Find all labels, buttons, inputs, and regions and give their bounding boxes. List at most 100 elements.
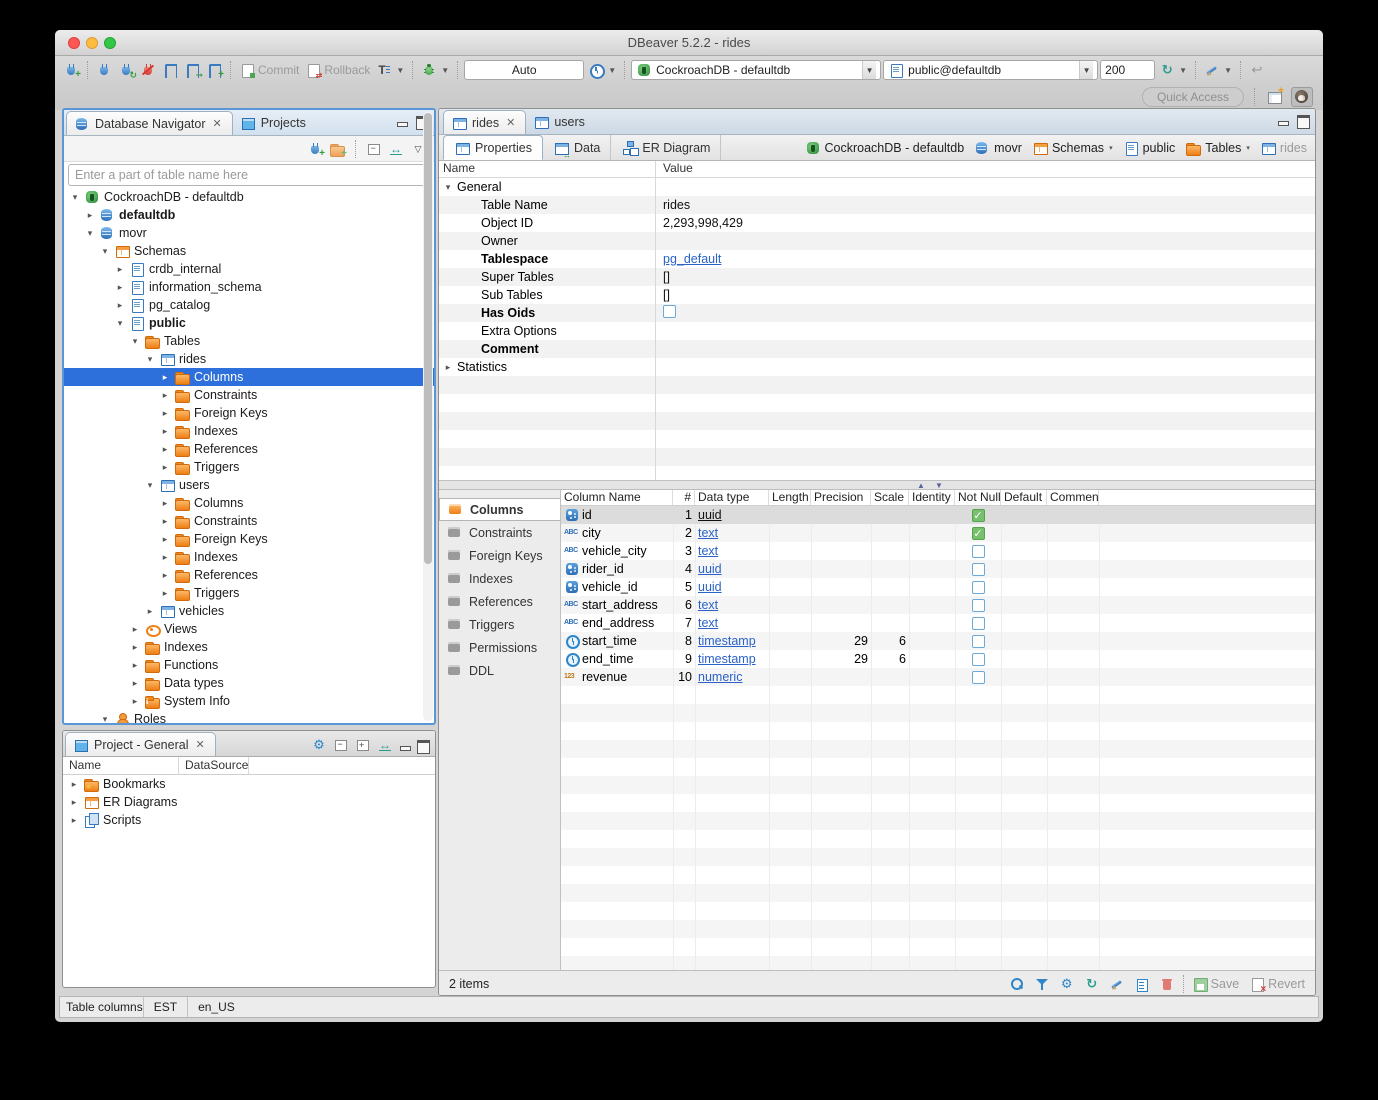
- data-type-link[interactable]: uuid: [698, 562, 722, 576]
- status-locale[interactable]: en_US: [187, 997, 245, 1017]
- tree-expander-icon[interactable]: ▸: [130, 678, 140, 689]
- maximize-view-icon[interactable]: [417, 740, 429, 750]
- grid-header-length[interactable]: Length: [769, 490, 811, 505]
- chevron-down-icon[interactable]: ▾: [1246, 144, 1250, 152]
- dbeaver-perspective-button[interactable]: [1291, 87, 1313, 107]
- tree-expander-icon[interactable]: ▸: [160, 462, 170, 473]
- breadcrumb-cockroachdb-defaultdb[interactable]: CockroachDB - defaultdb: [805, 140, 965, 156]
- tree-expander-icon[interactable]: ▸: [160, 390, 170, 401]
- property-row-tablespace[interactable]: Tablespacepg_default: [439, 250, 1315, 268]
- property-row-has-oids[interactable]: Has Oids: [439, 304, 1315, 322]
- breadcrumb-rides[interactable]: rides: [1260, 140, 1307, 156]
- breadcrumb-schemas[interactable]: Schemas▾: [1032, 140, 1113, 156]
- data-type-link[interactable]: uuid: [698, 508, 722, 522]
- schema-select[interactable]: public@defaultdb▼: [883, 60, 1098, 80]
- edit-button[interactable]: [1109, 976, 1125, 992]
- tree-expander-icon[interactable]: ▸: [443, 362, 453, 373]
- data-type-link[interactable]: text: [698, 598, 718, 612]
- column-row-id[interactable]: id1uuid: [561, 506, 1315, 524]
- sync-button[interactable]: [1084, 976, 1100, 992]
- tree-expander-icon[interactable]: ▸: [160, 444, 170, 455]
- table-filter-input[interactable]: Enter a part of table name here: [68, 164, 430, 186]
- tree-item-roles[interactable]: ▾Roles: [64, 710, 434, 725]
- property-value[interactable]: 2,293,998,429: [655, 216, 743, 230]
- reconnect-button[interactable]: ↻: [116, 61, 136, 79]
- tree-expander-icon[interactable]: ▾: [145, 480, 155, 491]
- sql-editor-button[interactable]: [160, 61, 180, 79]
- tree-expander-icon[interactable]: ▸: [160, 426, 170, 437]
- column-row-start_time[interactable]: start_time8timestamp296: [561, 632, 1315, 650]
- not-null-checkbox[interactable]: [972, 635, 985, 648]
- tree-item-defaultdb[interactable]: ▸defaultdb: [64, 206, 434, 224]
- refresh-button[interactable]: ▼: [1157, 61, 1189, 79]
- detail-tab-foreign-keys[interactable]: Foreign Keys: [439, 544, 560, 567]
- settings-icon[interactable]: [311, 737, 327, 753]
- property-value[interactable]: []: [655, 270, 670, 284]
- data-type-link[interactable]: text: [698, 544, 718, 558]
- tree-item-public[interactable]: ▾public: [64, 314, 434, 332]
- grid-header--[interactable]: #: [673, 490, 695, 505]
- breadcrumb-tables[interactable]: Tables▾: [1185, 140, 1250, 156]
- tree-expander-icon[interactable]: ▸: [85, 210, 95, 221]
- column-row-end_address[interactable]: end_address7text: [561, 614, 1315, 632]
- tree-expander-icon[interactable]: ▸: [69, 815, 79, 826]
- grid-header-identity[interactable]: Identity: [909, 490, 955, 505]
- maximize-editor-icon[interactable]: [1297, 115, 1309, 125]
- link-with-editor-icon[interactable]: [388, 141, 404, 157]
- tree-expander-icon[interactable]: ▸: [115, 264, 125, 275]
- tree-expander-icon[interactable]: ▾: [100, 714, 110, 725]
- property-value[interactable]: rides: [655, 198, 690, 212]
- data-type-link[interactable]: timestamp: [698, 652, 756, 666]
- txn-mode-select[interactable]: Auto: [464, 60, 584, 80]
- column-row-vehicle_city[interactable]: vehicle_city3text: [561, 542, 1315, 560]
- property-row-sub-tables[interactable]: Sub Tables[]: [439, 286, 1315, 304]
- not-null-checkbox[interactable]: [972, 671, 985, 684]
- data-type-link[interactable]: timestamp: [698, 634, 756, 648]
- tree-item-rides[interactable]: ▾rides: [64, 350, 434, 368]
- detail-tab-permissions[interactable]: Permissions: [439, 636, 560, 659]
- property-row-super-tables[interactable]: Super Tables[]: [439, 268, 1315, 286]
- not-null-checkbox[interactable]: [972, 617, 985, 630]
- close-tab-icon[interactable]: ✕: [506, 116, 515, 129]
- property-row-owner[interactable]: Owner: [439, 232, 1315, 250]
- data-type-link[interactable]: uuid: [698, 580, 722, 594]
- tree-expander-icon[interactable]: ▸: [69, 779, 79, 790]
- editor-tab-users[interactable]: users: [526, 110, 595, 134]
- tree-expander-icon[interactable]: ▸: [130, 642, 140, 653]
- tree-item-cockroachdb-defaultdb[interactable]: ▾CockroachDB - defaultdb: [64, 188, 434, 206]
- tree-expander-icon[interactable]: ▾: [443, 182, 453, 193]
- save-button[interactable]: Save: [1192, 976, 1240, 992]
- tree-item-information-schema[interactable]: ▸information_schema: [64, 278, 434, 296]
- tree-expander-icon[interactable]: ▸: [160, 552, 170, 563]
- search-button[interactable]: [1009, 976, 1025, 992]
- property-row-comment[interactable]: Comment: [439, 340, 1315, 358]
- connection-select[interactable]: CockroachDB - defaultdb▼: [631, 60, 881, 80]
- tree-item-columns[interactable]: ▸Columns: [64, 368, 434, 386]
- detail-tab-constraints[interactable]: Constraints: [439, 521, 560, 544]
- quick-access-input[interactable]: Quick Access: [1142, 87, 1244, 107]
- breadcrumb-public[interactable]: public: [1123, 140, 1176, 156]
- project-item-er-diagrams[interactable]: ▸ER Diagrams: [63, 793, 435, 811]
- data-type-link[interactable]: text: [698, 616, 718, 630]
- tree-item-vehicles[interactable]: ▸vehicles: [64, 602, 434, 620]
- tree-expander-icon[interactable]: ▸: [160, 570, 170, 581]
- navigator-scrollbar[interactable]: [423, 112, 433, 721]
- minimize-view-icon[interactable]: [396, 116, 408, 126]
- tree-expander-icon[interactable]: ▸: [160, 534, 170, 545]
- tree-expander-icon[interactable]: ▾: [100, 246, 110, 257]
- tree-expander-icon[interactable]: ▸: [130, 696, 140, 707]
- status-timezone[interactable]: EST: [143, 997, 187, 1017]
- tree-expander-icon[interactable]: ▸: [130, 624, 140, 635]
- undo-navigation-button[interactable]: [1247, 61, 1267, 79]
- project-item-scripts[interactable]: ▸Scripts: [63, 811, 435, 829]
- new-connection-folder-icon[interactable]: +: [329, 141, 345, 157]
- sql-format-button[interactable]: ▼: [1202, 61, 1234, 79]
- rollback-button[interactable]: ⇄Rollback: [303, 61, 372, 79]
- tree-item-indexes[interactable]: ▸Indexes: [64, 548, 434, 566]
- tree-item-views[interactable]: ▸Views: [64, 620, 434, 638]
- tree-expander-icon[interactable]: ▸: [160, 372, 170, 383]
- tree-item-triggers[interactable]: ▸Triggers: [64, 458, 434, 476]
- tree-item-constraints[interactable]: ▸Constraints: [64, 512, 434, 530]
- project-item-bookmarks[interactable]: ▸Bookmarks: [63, 775, 435, 793]
- grid-header-scale[interactable]: Scale: [871, 490, 909, 505]
